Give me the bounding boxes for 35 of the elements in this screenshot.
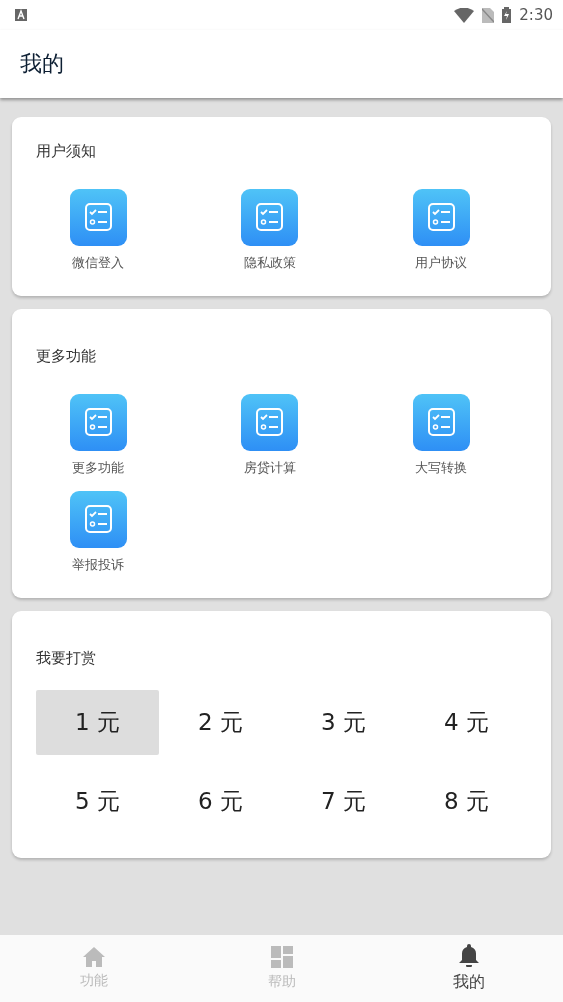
feature-tile[interactable]: 隐私政策 <box>219 189 320 272</box>
amount-option[interactable]: 4 元 <box>405 690 528 755</box>
amount-option[interactable]: 2 元 <box>159 690 282 755</box>
section-title: 我要打赏 <box>36 649 96 668</box>
home-icon <box>82 947 105 967</box>
feature-tile[interactable]: 举报投诉 <box>48 491 148 574</box>
checklist-icon <box>69 394 127 451</box>
feature-tile[interactable]: 用户协议 <box>391 189 492 272</box>
checklist-icon <box>69 491 127 548</box>
dashboard-icon <box>270 946 293 968</box>
amount-option[interactable]: 1 元 <box>36 690 159 755</box>
wifi-icon <box>454 7 475 23</box>
checklist-icon <box>69 189 127 246</box>
amount-option[interactable]: 8 元 <box>405 769 528 834</box>
section-title: 用户须知 <box>36 142 96 161</box>
amount-option[interactable]: 5 元 <box>36 769 159 834</box>
feature-tile[interactable]: 大写转换 <box>391 394 492 477</box>
page-title: 我的 <box>20 50 64 78</box>
battery-charging-icon <box>502 7 512 23</box>
no-sim-icon <box>482 7 495 23</box>
feature-tile[interactable]: 房贷计算 <box>219 394 320 477</box>
amount-option[interactable]: 7 元 <box>282 769 405 834</box>
keyboard-indicator-icon <box>15 9 27 21</box>
section-title: 更多功能 <box>36 347 96 366</box>
checklist-icon <box>412 394 470 451</box>
checklist-icon <box>412 189 470 246</box>
feature-tile[interactable]: 更多功能 <box>48 394 148 477</box>
nav-tab[interactable]: 我的 <box>375 935 563 1002</box>
feature-tile[interactable]: 微信登入 <box>48 189 148 272</box>
amount-option[interactable]: 6 元 <box>159 769 282 834</box>
amount-option[interactable]: 3 元 <box>282 690 405 755</box>
clock: 2:30 <box>519 6 553 24</box>
bell-icon <box>459 944 480 967</box>
checklist-icon <box>241 394 299 451</box>
checklist-icon <box>241 189 299 246</box>
